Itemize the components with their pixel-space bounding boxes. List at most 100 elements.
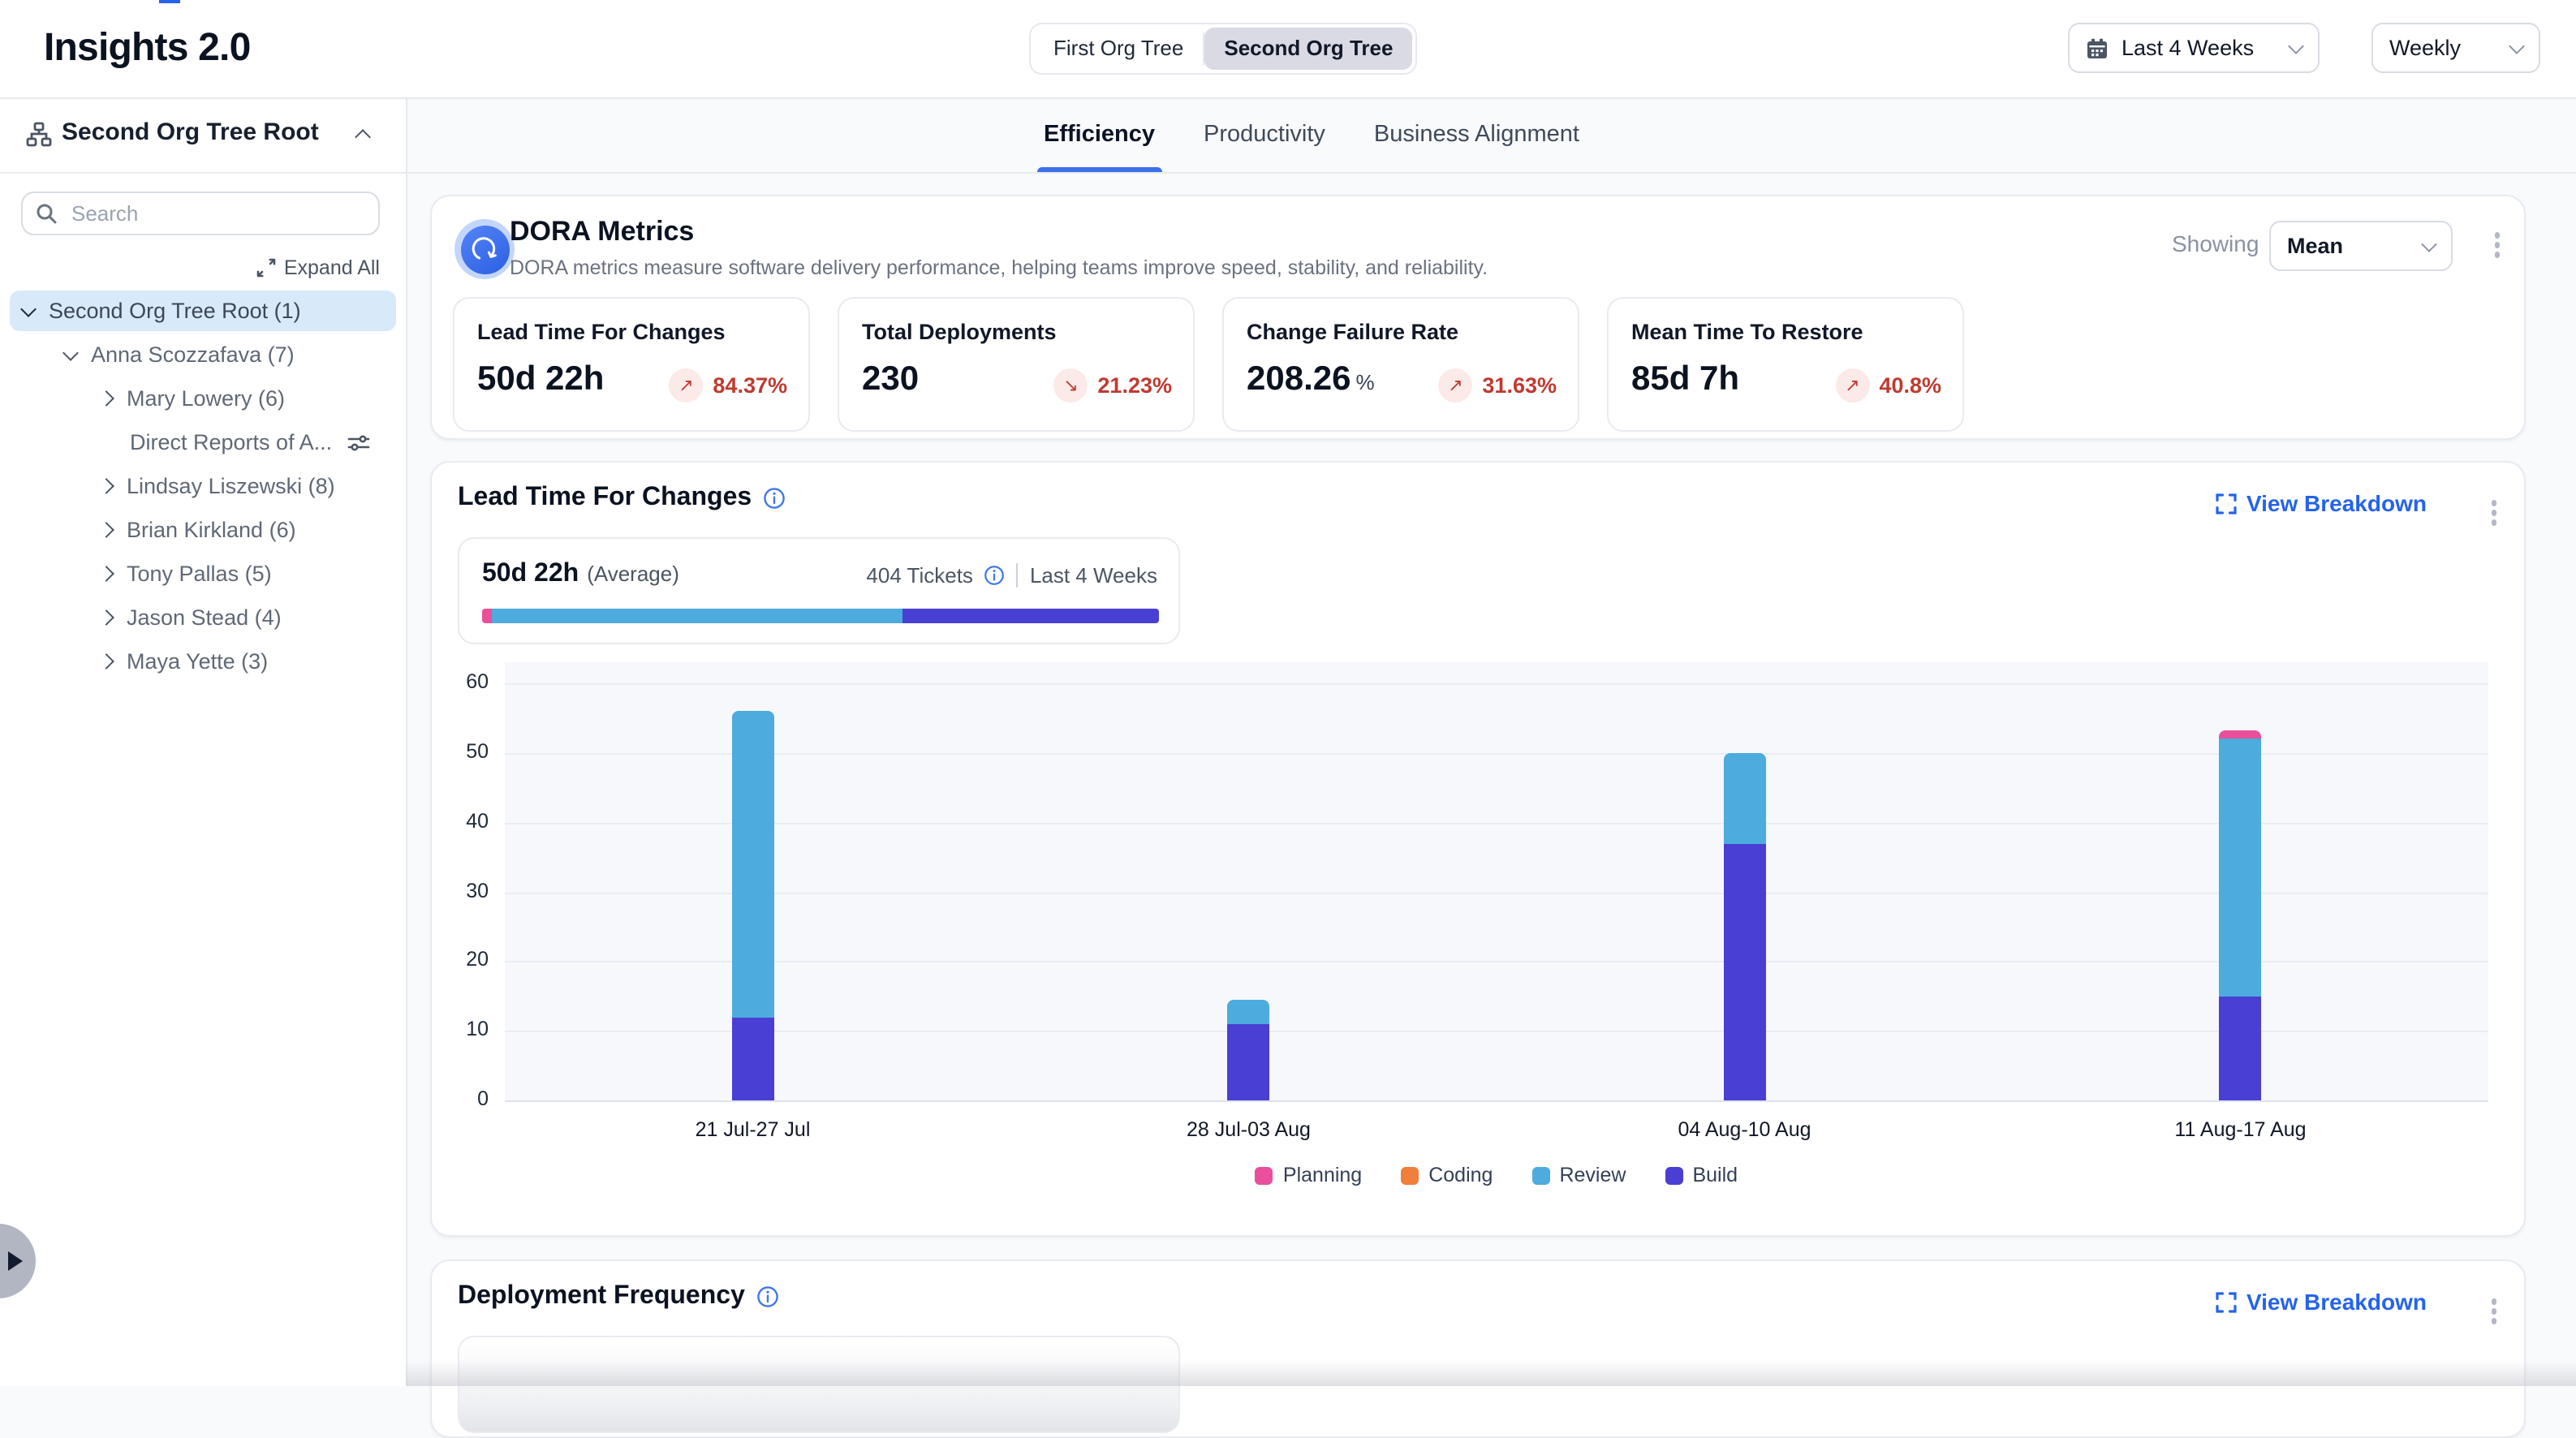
metric-title: Total Deployments: [862, 320, 1057, 344]
bar-3-review[interactable]: [2220, 739, 2262, 997]
metric-delta-value: 40.8%: [1879, 373, 1941, 398]
gridline-10: [505, 1031, 2488, 1032]
filter-sliders-icon[interactable]: [347, 432, 370, 454]
legend-item-planning[interactable]: Planning: [1256, 1164, 1362, 1186]
dora-kebab-menu[interactable]: [2489, 227, 2505, 262]
x-tick-0: 21 Jul-27 Jul: [623, 1118, 883, 1141]
sidebar-header-label: Second Org Tree Root: [62, 118, 319, 146]
metric-delta-value: 21.23%: [1097, 373, 1172, 398]
tickets-count: 404 Tickets: [866, 563, 973, 588]
arrow-right-icon: [8, 1251, 23, 1271]
y-tick-60: 60: [440, 670, 489, 693]
chevron-down-icon[interactable]: [62, 344, 79, 360]
chevron-right-icon[interactable]: [98, 390, 114, 407]
legend-label: Planning: [1283, 1164, 1362, 1186]
sidebar-search[interactable]: [21, 192, 380, 235]
lead-time-kebab-menu[interactable]: [2486, 495, 2501, 530]
tree-item-2[interactable]: Mary Lowery (6): [0, 377, 406, 420]
info-icon[interactable]: [763, 487, 786, 510]
tree-item-6[interactable]: Tony Pallas (5): [0, 552, 406, 596]
tab-business-alignment[interactable]: Business Alignment: [1374, 97, 1579, 172]
metric-card-3: Mean Time To Restore85d 7h↗40.8%: [1607, 297, 1964, 432]
tree-item-3[interactable]: Direct Reports of A...: [0, 420, 406, 464]
bar-3-planning[interactable]: [2220, 730, 2262, 738]
legend-item-coding[interactable]: Coding: [1401, 1164, 1493, 1186]
search-input[interactable]: [68, 200, 365, 227]
tree-item-content: Brian Kirkland (6): [101, 518, 296, 542]
tree-item-0[interactable]: Second Org Tree Root (1): [0, 289, 406, 333]
granularity-select[interactable]: Weekly: [2371, 23, 2540, 73]
info-icon[interactable]: [756, 1285, 779, 1308]
org-tree-icon: [26, 122, 52, 148]
legend-item-build[interactable]: Build: [1665, 1164, 1738, 1186]
tree-item-label: Second Org Tree Root (1): [49, 299, 301, 323]
bar-2-build[interactable]: [1724, 843, 1766, 1100]
phase-segment-review: [492, 609, 902, 623]
phase-segment-build: [902, 609, 1159, 623]
metric-delta: ↗84.37%: [669, 368, 787, 403]
chevron-right-icon[interactable]: [98, 609, 114, 626]
app-window: Insights 2.0 First Org Tree Second Org T…: [0, 0, 2576, 1386]
org-tree-option-first[interactable]: First Org Tree: [1034, 28, 1203, 70]
chevron-down-icon: [2509, 37, 2525, 54]
chevron-right-icon[interactable]: [98, 522, 114, 538]
tree-item-content: Anna Scozzafava (7): [65, 342, 295, 367]
metric-card-1: Total Deployments230↘21.23%: [838, 297, 1195, 432]
tree-item-5[interactable]: Brian Kirkland (6): [0, 508, 406, 552]
tree-item-label: Tony Pallas (5): [127, 562, 272, 586]
tree-item-content: Lindsay Liszewski (8): [101, 474, 335, 498]
dora-metrics-card: DORA Metrics DORA metrics measure softwa…: [430, 195, 2526, 440]
lead-time-view-breakdown-link[interactable]: View Breakdown: [2216, 490, 2427, 516]
legend-item-review[interactable]: Review: [1531, 1164, 1626, 1186]
date-range-select[interactable]: Last 4 Weeks: [2068, 23, 2320, 73]
chevron-right-icon[interactable]: [98, 566, 114, 582]
chart-legend: Planning Coding Review Build: [505, 1164, 2488, 1186]
aggregation-select[interactable]: Mean: [2269, 221, 2453, 271]
tree-item-content: Tony Pallas (5): [101, 562, 272, 586]
view-breakdown-label: View Breakdown: [2246, 490, 2427, 516]
legend-swatch: [1256, 1166, 1273, 1184]
tree-item-label: Jason Stead (4): [127, 605, 282, 630]
metric-delta-value: 84.37%: [713, 373, 787, 398]
tree-item-4[interactable]: Lindsay Liszewski (8): [0, 464, 406, 508]
trend-down-icon: ↘: [1053, 368, 1088, 403]
tree-item-content: Second Org Tree Root (1): [23, 299, 301, 323]
top-header: Insights 2.0 First Org Tree Second Org T…: [0, 0, 2576, 99]
lead-time-summary-card: 50d 22h(Average) 404 Tickets Last 4 Week…: [458, 537, 1180, 644]
metric-delta: ↗40.8%: [1835, 368, 1941, 403]
bar-3-build[interactable]: [2220, 997, 2262, 1101]
chevron-right-icon[interactable]: [98, 478, 114, 494]
deployment-frequency-title: Deployment Frequency: [458, 1282, 745, 1311]
dora-title: DORA Metrics: [510, 216, 694, 248]
info-icon[interactable]: [984, 565, 1006, 586]
tab-productivity[interactable]: Productivity: [1204, 97, 1325, 172]
y-tick-50: 50: [440, 740, 489, 763]
deployment-view-breakdown-link[interactable]: View Breakdown: [2216, 1289, 2427, 1315]
metric-value: 208.26%: [1247, 360, 1375, 399]
bar-2-review[interactable]: [1724, 753, 1766, 843]
chevron-right-icon[interactable]: [98, 653, 114, 669]
bar-0-review[interactable]: [732, 711, 774, 1017]
granularity-value: Weekly: [2389, 36, 2511, 60]
bar-1-build[interactable]: [1228, 1024, 1270, 1100]
vertical-divider: [1017, 563, 1019, 588]
metric-delta: ↘ 21.23%: [1053, 368, 1172, 403]
tree-item-8[interactable]: Maya Yette (3): [0, 639, 406, 683]
tree-item-7[interactable]: Jason Stead (4): [0, 596, 406, 639]
gridline-30: [505, 892, 2488, 893]
view-breakdown-label: View Breakdown: [2246, 1289, 2427, 1315]
bar-1-review[interactable]: [1228, 1000, 1270, 1024]
lead-time-title: Lead Time For Changes: [458, 484, 752, 513]
chevron-down-icon[interactable]: [20, 300, 37, 316]
bar-0-build[interactable]: [732, 1017, 774, 1100]
y-tick-40: 40: [440, 809, 489, 832]
tree-item-1[interactable]: Anna Scozzafava (7): [0, 333, 406, 377]
collapse-sidebar-chevron[interactable]: [355, 129, 371, 145]
expand-all-button[interactable]: Expand All: [256, 256, 380, 279]
tree-item-content: Mary Lowery (6): [101, 386, 285, 411]
deployment-kebab-menu[interactable]: [2486, 1294, 2501, 1328]
org-tree-option-second[interactable]: Second Org Tree: [1204, 28, 1412, 70]
org-tree-toggle: First Org Tree Second Org Tree: [1029, 23, 1417, 75]
x-tick-1: 28 Jul-03 Aug: [1119, 1118, 1379, 1141]
tab-efficiency[interactable]: Efficiency: [1044, 97, 1155, 172]
